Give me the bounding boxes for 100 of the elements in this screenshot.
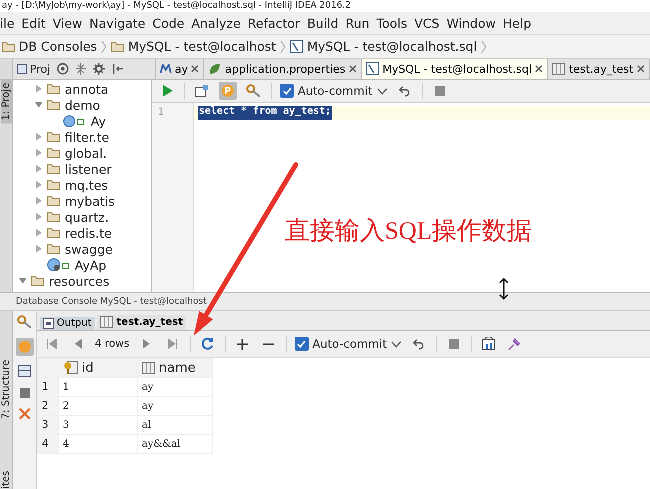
tree-item[interactable]: mq.tes [65,178,108,192]
project-view-selector[interactable]: Proj [30,62,51,76]
auto-commit-label: Auto-commit [298,84,373,98]
tree-item[interactable]: demo [65,98,100,112]
tree-item[interactable]: listener [65,162,112,176]
folder-icon [47,227,61,239]
breadcrumb[interactable]: DB Consoles [19,39,98,54]
auto-commit-checkbox[interactable] [280,84,294,98]
auto-commit-checkbox[interactable] [294,337,309,351]
chevron-icon [481,40,488,54]
annotation-text: 直接输入SQL操作数据 [285,217,532,247]
result-tab[interactable]: test.ay_test [96,315,186,330]
collapsed-arrow-icon[interactable] [35,213,43,221]
table-icon [552,62,566,76]
menu-item[interactable]: Build [307,16,339,30]
folder-icon [47,195,61,207]
collapse-icon[interactable] [74,63,87,75]
close-icon[interactable] [348,65,357,73]
collapsed-arrow-icon[interactable] [35,85,43,93]
folder-icon [47,163,61,175]
tree-item[interactable]: quartz. [65,210,110,224]
close-icon[interactable] [636,65,645,73]
close-icon[interactable] [191,65,200,73]
menu-item[interactable]: Code [152,16,185,30]
expanded-arrow-icon[interactable] [19,277,27,285]
parameters-toggle-icon[interactable] [219,82,237,100]
chevron-icon [101,40,108,54]
editor-tab[interactable]: MySQL - test@localhost.sql [362,59,548,79]
tree-item[interactable]: mybatis [65,194,116,208]
close-icon[interactable] [18,408,30,420]
table-cell: al [138,416,212,434]
menu-item[interactable]: Analyze [192,16,241,30]
window-icon[interactable] [193,82,211,100]
output-icon [43,318,54,329]
menu-item[interactable]: Run [346,16,370,30]
view-query-icon[interactable] [480,335,498,353]
menu-item[interactable]: Edit [22,16,46,30]
menu-item[interactable]: Help [503,16,532,30]
layout-icon[interactable] [18,365,32,378]
auto-commit-label: Auto-commit [312,337,388,351]
stop-icon[interactable] [18,387,30,399]
menu-item[interactable]: Window [446,16,496,30]
dropdown-caret-icon[interactable] [391,340,402,348]
project-panel-icon [17,64,28,74]
class-icon [63,114,87,128]
project-side-tab[interactable]: 1: Proje [0,80,12,124]
spring-class-icon [47,258,71,272]
panel-title: Database Console MySQL - test@localhost [15,296,207,306]
menu-item[interactable]: Refactor [248,16,300,30]
tree-item[interactable]: resources [49,274,110,288]
settings-icon[interactable] [92,63,106,75]
menu-item[interactable]: Navigate [90,16,146,30]
tree-item[interactable]: annota [65,82,109,96]
tree-item[interactable]: swagge [65,242,113,256]
collapsed-arrow-icon[interactable] [35,181,43,189]
leaf-icon [208,62,222,76]
favorites-side-tab[interactable]: ites [0,468,12,489]
collapsed-arrow-icon[interactable] [35,245,43,253]
hide-panel-icon[interactable] [112,63,124,75]
tree-item[interactable]: redis.te [65,226,112,240]
folder-icon [47,243,61,255]
table-cell: 3 [58,416,138,434]
module-icon [160,64,172,74]
row-number: 1 [38,378,58,396]
folder-icon [47,147,61,159]
tree-item[interactable]: Ay [91,114,106,128]
structure-side-tab[interactable]: 7: Structure [0,356,12,422]
close-icon[interactable] [535,65,544,73]
column-header[interactable]: id [82,360,94,376]
console-icon [366,62,380,76]
console-icon [290,40,304,54]
row-number: 2 [38,396,58,416]
collapsed-arrow-icon[interactable] [35,133,43,141]
menu-item[interactable]: Tools [376,16,408,30]
checkmark-icon [297,340,306,348]
table-cell: ay&&al [138,434,212,454]
menu-item[interactable]: VCS [414,16,440,30]
collapsed-arrow-icon[interactable] [35,165,43,173]
tree-item[interactable]: global. [65,146,108,160]
menu-item[interactable]: View [52,16,83,30]
row-number: 4 [38,434,58,454]
collapsed-arrow-icon[interactable] [35,197,43,205]
folder-icon [31,275,45,287]
collapsed-arrow-icon[interactable] [35,229,43,237]
folder-icon [111,40,126,52]
table-cell: ay [138,378,212,396]
collapsed-arrow-icon[interactable] [35,149,43,157]
table-cell: ay [138,396,212,416]
expanded-arrow-icon[interactable] [35,101,43,109]
result-tab[interactable]: Output [40,317,95,330]
breadcrumb[interactable]: MySQL - test@localhost.sql [307,39,478,54]
dropdown-caret-icon[interactable] [376,88,388,94]
tree-item[interactable]: filter.te [65,130,110,144]
checkmark-icon [282,86,292,96]
tree-item[interactable]: AyAp [75,258,107,272]
menu-item[interactable]: ile [0,16,15,30]
table-cell: 4 [58,434,138,454]
breadcrumb[interactable]: MySQL - test@localhost [128,39,276,54]
target-icon[interactable] [56,63,69,75]
folder-icon [2,40,16,52]
